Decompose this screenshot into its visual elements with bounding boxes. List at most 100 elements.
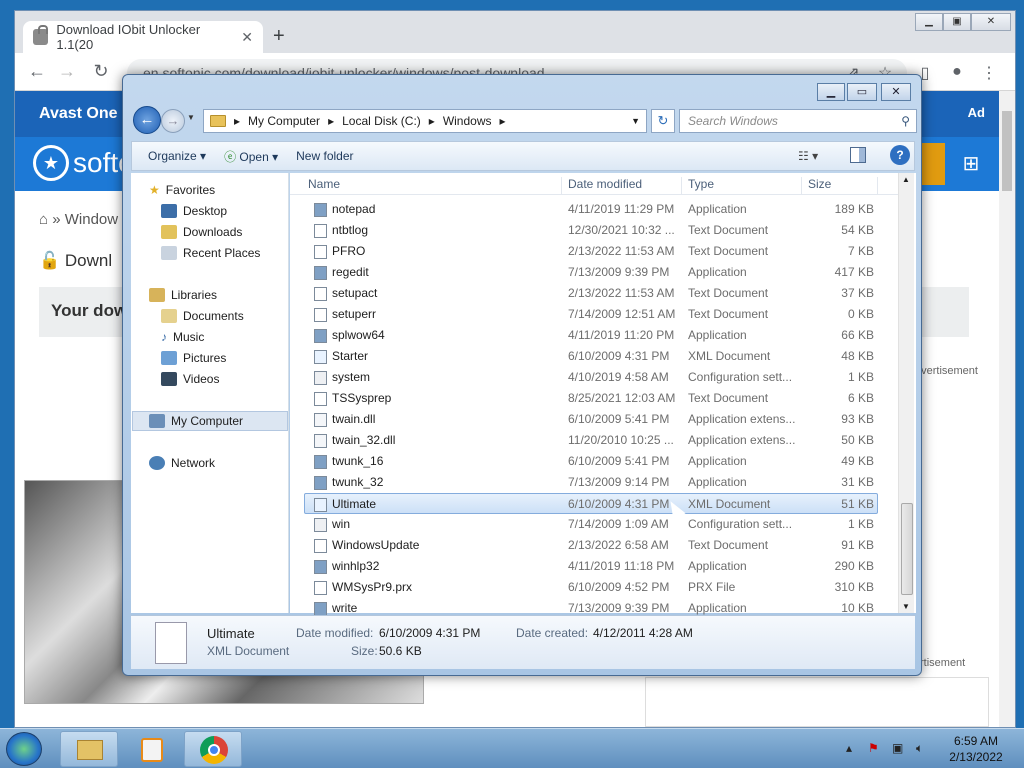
nav-desktop[interactable]: Desktop bbox=[161, 204, 227, 218]
menu-icon[interactable]: ⋮ bbox=[979, 63, 999, 83]
path-sep-icon: ▸ bbox=[234, 114, 241, 128]
table-row[interactable]: twunk_32 7/13/2009 9:14 PM Application 31 K… bbox=[290, 472, 900, 493]
close-tab-icon[interactable]: ✕ bbox=[241, 29, 253, 46]
scrollbar-thumb[interactable] bbox=[901, 503, 913, 595]
chrome-taskbar-button[interactable] bbox=[184, 731, 242, 767]
explorer-close-button[interactable]: ✕ bbox=[881, 83, 911, 101]
table-row[interactable]: ntbtlog 12/30/2021 10:32 ... Text Document… bbox=[290, 220, 900, 241]
action-center-icon[interactable]: ⚑ bbox=[868, 741, 879, 755]
new-tab-button[interactable]: + bbox=[273, 25, 285, 48]
path-windows[interactable]: Windows bbox=[443, 114, 492, 128]
table-row[interactable]: regedit 7/13/2009 9:39 PM Application 417 K… bbox=[290, 262, 900, 283]
scroll-up-icon[interactable]: ▲ bbox=[902, 175, 910, 184]
nav-music[interactable]: ♪ Music bbox=[161, 330, 204, 344]
table-row[interactable]: WindowsUpdate 2/13/2022 6:58 AM Text Docum… bbox=[290, 535, 900, 556]
nav-my-computer[interactable]: My Computer bbox=[149, 414, 243, 428]
explorer-taskbar-button[interactable] bbox=[60, 731, 118, 767]
file-name: twunk_16 bbox=[332, 454, 384, 468]
table-row[interactable]: WMSysPr9.prx 6/10/2009 4:52 PM PRX File 310… bbox=[290, 577, 900, 598]
media-player-taskbar-button[interactable] bbox=[122, 731, 180, 767]
reload-icon[interactable]: ↻ bbox=[89, 61, 113, 82]
search-input[interactable]: Search Windows ⚲ bbox=[679, 109, 917, 133]
change-view-icon[interactable]: ☷ ▾ bbox=[798, 149, 818, 163]
recent-pages-dropdown-icon[interactable]: ▼ bbox=[187, 113, 195, 122]
page-scrollbar[interactable] bbox=[999, 91, 1015, 727]
nav-pictures[interactable]: Pictures bbox=[161, 351, 226, 365]
table-row[interactable]: Ultimate 6/10/2009 4:31 PM XML Document 51 … bbox=[304, 493, 878, 514]
file-name: twain_32.dll bbox=[332, 433, 396, 447]
star-icon: ★ bbox=[33, 145, 69, 181]
tab-strip: Download IObit Unlocker 1.1(20 ✕ + ▁ ▣ ✕ bbox=[15, 11, 1015, 53]
table-row[interactable]: TSSysprep 8/25/2021 12:03 AM Text Document… bbox=[290, 388, 900, 409]
path-local-disk[interactable]: Local Disk (C:) bbox=[342, 114, 421, 128]
column-size[interactable]: Size bbox=[802, 177, 878, 195]
scroll-down-icon[interactable]: ▼ bbox=[902, 602, 910, 611]
breadcrumb-windows[interactable]: Window bbox=[65, 211, 118, 228]
table-row[interactable]: twain_32.dll 11/20/2010 10:25 ... Applicat… bbox=[290, 430, 900, 451]
file-list-pane: Name Date modified Type Size notepad 4/11… bbox=[290, 173, 916, 616]
nav-recent-places[interactable]: Recent Places bbox=[161, 246, 260, 260]
explorer-maximize-button[interactable]: ▭ bbox=[847, 83, 877, 101]
details-size-label: Size: bbox=[351, 644, 378, 658]
table-row[interactable]: PFRO 2/13/2022 11:53 AM Text Document 7 KB bbox=[290, 241, 900, 262]
details-name: Ultimate bbox=[207, 626, 255, 641]
table-row[interactable]: winhlp32 4/11/2019 11:18 PM Application 290… bbox=[290, 556, 900, 577]
unlock-icon bbox=[33, 25, 49, 45]
address-dropdown-icon[interactable]: ▼ bbox=[631, 116, 640, 126]
back-icon[interactable]: ← bbox=[133, 106, 161, 134]
column-type[interactable]: Type bbox=[682, 177, 802, 195]
forward-icon[interactable]: → bbox=[55, 61, 79, 82]
organize-label: Organize bbox=[148, 149, 197, 163]
windows-icon[interactable]: ⊞ bbox=[951, 143, 991, 185]
network-tray-icon[interactable]: ▣ bbox=[892, 741, 903, 755]
file-icon bbox=[314, 329, 327, 343]
table-row[interactable]: system 4/10/2019 4:58 AM Configuration set… bbox=[290, 367, 900, 388]
open-button[interactable]: ⓔ Open ▾ bbox=[224, 148, 278, 165]
table-row[interactable]: twunk_16 6/10/2009 5:41 PM Application 49 K… bbox=[290, 451, 900, 472]
help-icon[interactable]: ? bbox=[890, 145, 910, 165]
table-row[interactable]: notepad 4/11/2019 11:29 PM Application 189 … bbox=[290, 199, 900, 220]
back-icon[interactable]: ← bbox=[25, 61, 49, 82]
new-folder-button[interactable]: New folder bbox=[296, 149, 353, 163]
nav-videos[interactable]: Videos bbox=[161, 372, 219, 386]
forward-icon[interactable]: → bbox=[161, 109, 185, 133]
maximize-button[interactable]: ▣ bbox=[943, 13, 971, 31]
browser-tab[interactable]: Download IObit Unlocker 1.1(20 ✕ bbox=[23, 21, 263, 53]
nav-documents[interactable]: Documents bbox=[161, 309, 244, 323]
file-date: 7/14/2009 12:51 AM bbox=[568, 307, 676, 321]
chrome-icon bbox=[200, 736, 228, 764]
show-hidden-icons-icon[interactable]: ▴ bbox=[846, 741, 852, 755]
volume-icon[interactable]: 🔈︎ bbox=[916, 741, 923, 756]
table-row[interactable]: twain.dll 6/10/2009 5:41 PM Application ex… bbox=[290, 409, 900, 430]
table-row[interactable]: splwow64 4/11/2019 11:20 PM Application 66 … bbox=[290, 325, 900, 346]
table-row[interactable]: setuperr 7/14/2009 12:51 AM Text Document 0… bbox=[290, 304, 900, 325]
column-date-modified[interactable]: Date modified bbox=[562, 177, 682, 195]
nav-downloads[interactable]: Downloads bbox=[161, 225, 242, 239]
breadcrumb: ⌂ » Window bbox=[39, 211, 119, 228]
start-button[interactable] bbox=[6, 732, 42, 766]
file-icon bbox=[314, 602, 327, 616]
minimize-button[interactable]: ▁ bbox=[915, 13, 943, 31]
refresh-icon[interactable]: ↻ bbox=[651, 109, 675, 133]
softonic-logo[interactable]: ★ softo bbox=[33, 145, 134, 181]
clock[interactable]: 6:59 AM 2/13/2022 bbox=[944, 733, 1008, 765]
explorer-address-bar[interactable]: ▸ My Computer ▸ Local Disk (C:) ▸ Window… bbox=[203, 109, 647, 133]
table-row[interactable]: setupact 2/13/2022 11:53 AM Text Document 3… bbox=[290, 283, 900, 304]
close-button[interactable]: ✕ bbox=[971, 13, 1011, 31]
file-type: Application bbox=[688, 454, 747, 468]
table-row[interactable]: win 7/14/2009 1:09 AM Configuration sett..… bbox=[290, 514, 900, 535]
scrollbar-thumb[interactable] bbox=[1002, 111, 1012, 191]
path-my-computer[interactable]: My Computer bbox=[248, 114, 320, 128]
column-name[interactable]: Name bbox=[302, 177, 562, 195]
nav-libraries[interactable]: Libraries bbox=[149, 288, 217, 302]
ad-box[interactable] bbox=[645, 677, 989, 727]
explorer-minimize-button[interactable]: ▁ bbox=[817, 83, 845, 101]
table-row[interactable]: Starter 6/10/2009 4:31 PM XML Document 48 K… bbox=[290, 346, 900, 367]
nav-network[interactable]: Network bbox=[149, 456, 215, 470]
avast-text: Avast One - bbox=[39, 105, 128, 122]
profile-icon[interactable]: ● bbox=[947, 63, 967, 81]
preview-pane-icon[interactable] bbox=[850, 147, 866, 163]
file-list-scrollbar[interactable]: ▲ ▼ bbox=[898, 173, 914, 613]
nav-favorites[interactable]: ★ Favorites bbox=[149, 183, 215, 197]
organize-button[interactable]: Organize ▾ bbox=[148, 149, 206, 163]
